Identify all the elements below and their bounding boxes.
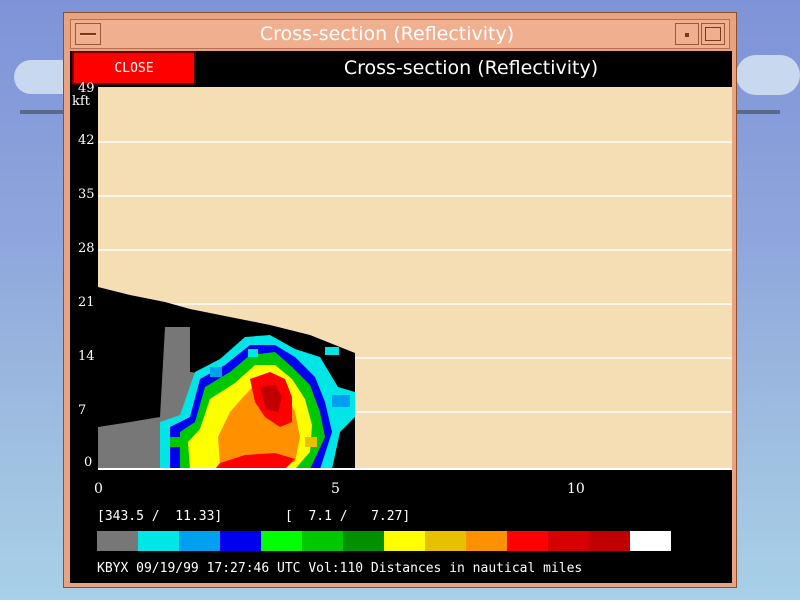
y-tick-label: 28 <box>78 241 95 256</box>
colorbar-swatch <box>261 531 302 551</box>
y-tick-label: 35 <box>78 187 95 202</box>
colorbar-swatch <box>589 531 630 551</box>
blue-echo-cell <box>210 367 222 377</box>
colorbar-swatch <box>220 531 261 551</box>
close-button[interactable]: CLOSE <box>72 51 196 85</box>
content-header: CLOSE Cross-section (Reflectivity) <box>70 51 732 87</box>
plot-canvas <box>98 87 732 470</box>
y-tick-label: 7 <box>78 403 87 418</box>
cursor-readout-left: [343.5 / 11.33] <box>97 509 223 524</box>
minimize-button[interactable] <box>675 23 699 45</box>
colorbar-swatch <box>138 531 179 551</box>
x-axis: 0 5 10 <box>70 471 732 511</box>
window-menu-button[interactable] <box>75 23 101 45</box>
colorbar-swatch <box>179 531 220 551</box>
reflectivity-colorbar <box>97 531 671 551</box>
menu-bar-icon <box>80 33 96 35</box>
colorbar-swatch <box>97 531 138 551</box>
cursor-readout-right: [ 7.1 / 7.27] <box>285 509 411 524</box>
window-title: Cross-section (Reflectivity) <box>259 23 515 45</box>
cyan-echo-cell <box>248 349 258 357</box>
yellow-echo-cell <box>305 437 317 447</box>
background-cloud-right <box>736 55 800 95</box>
colorbar-swatch <box>630 531 671 551</box>
maximize-button[interactable] <box>701 23 725 45</box>
x-tick-label: 5 <box>331 481 340 497</box>
y-tick-label: 14 <box>78 349 95 364</box>
status-line: KBYX 09/19/99 17:27:46 UTC Vol:110 Dista… <box>97 561 583 576</box>
background-bar-right <box>736 110 780 114</box>
header-title: Cross-section (Reflectivity) <box>343 57 599 79</box>
x-tick-label: 10 <box>567 481 585 497</box>
y-tick-label: 42 <box>78 133 95 148</box>
colorbar-swatch <box>548 531 589 551</box>
y-tick-label: 21 <box>78 295 95 310</box>
y-unit-label: kft <box>72 94 90 109</box>
colorbar-swatch <box>384 531 425 551</box>
colorbar-swatch <box>507 531 548 551</box>
cyan-echo-cell <box>325 347 339 355</box>
cross-section-plot[interactable]: 49 kft 42 35 28 21 14 7 0 <box>70 81 732 471</box>
colorbar-swatch <box>343 531 384 551</box>
x-tick-label: 0 <box>94 481 103 497</box>
y-tick-label: 0 <box>84 455 93 470</box>
blue-echo-cell <box>332 395 350 407</box>
green-echo-cell <box>170 437 180 447</box>
window-titlebar[interactable]: Cross-section (Reflectivity) <box>70 19 730 49</box>
colorbar-swatch <box>466 531 507 551</box>
cross-section-window: Cross-section (Reflectivity) CLOSE Cross… <box>63 12 737 588</box>
background-bar-left <box>20 110 65 114</box>
colorbar-swatch <box>425 531 466 551</box>
window-content: CLOSE Cross-section (Reflectivity) 49 kf… <box>70 51 732 583</box>
colorbar-swatch <box>302 531 343 551</box>
